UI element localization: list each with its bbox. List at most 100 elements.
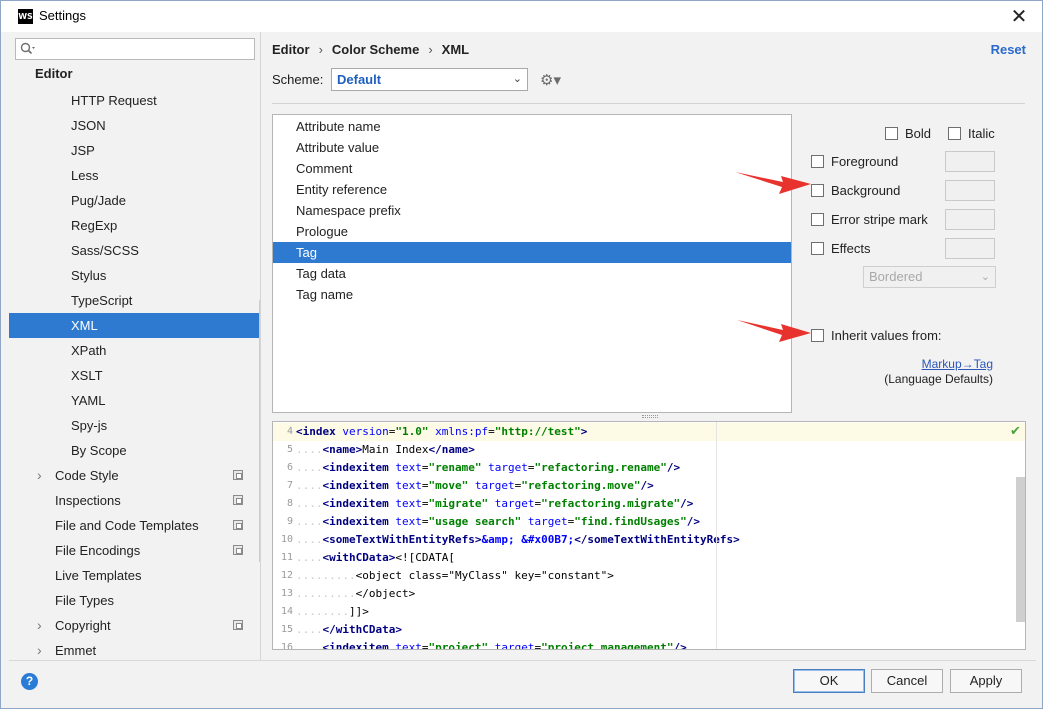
nav-item[interactable]: Pug/Jade [9,188,260,213]
nav-item[interactable]: Spy-js [9,413,260,438]
code-token: ........ [296,605,349,618]
copy-icon [233,545,243,555]
nav-item[interactable]: Stylus [9,263,260,288]
help-icon[interactable]: ? [21,673,38,690]
line-number: 6 [286,462,293,473]
chevron-right-icon[interactable]: › [37,463,42,488]
nav-item[interactable]: Sass/SCSS [9,238,260,263]
foreground-color-swatch[interactable] [945,151,995,172]
color-element-item[interactable]: Attribute name [273,116,791,137]
code-text: <index version="1.0" xmlns:pf="http://te… [296,423,587,441]
nav-item[interactable]: Editor [9,61,260,86]
code-token: <someTextWithEntityRefs> [322,533,482,546]
code-token: <name [322,443,356,456]
code-line: 11 ....<withCData><![CDATA[ [273,549,1025,567]
foreground-checkbox[interactable] [811,155,824,168]
nav-item[interactable]: Live Templates [9,563,260,588]
color-element-item[interactable]: Entity reference [273,179,791,200]
effects-color-swatch[interactable] [945,238,995,259]
background-color-swatch[interactable] [945,180,995,201]
color-element-item[interactable]: Tag data [273,263,791,284]
code-text: ....<someTextWithEntityRefs>&amp; &#x00B… [296,531,740,549]
color-element-item[interactable]: Tag [273,242,791,263]
code-text: ....<indexitem text="move" target="refac… [296,477,654,495]
nav-item-label: File Encodings [55,543,141,558]
close-icon[interactable]: ✕ [1006,3,1032,29]
chevron-right-icon[interactable]: › [37,638,42,660]
gear-icon[interactable]: ⚙▾ [540,71,562,89]
nav-item[interactable]: TypeScript [9,288,260,313]
cancel-button[interactable]: Cancel [871,669,943,693]
breadcrumb-separator: › [428,42,433,57]
code-line: 13 .........</object> [273,585,1025,603]
nav-item[interactable]: › Copyright [9,613,260,638]
code-line: 4 <index version="1.0" xmlns:pf="http://t… [273,423,1025,441]
code-token: .... [296,623,323,636]
nav-item[interactable]: JSON [9,113,260,138]
copy-icon [233,520,243,530]
bold-checkbox[interactable] [885,127,898,140]
nav-item[interactable]: By Scope [9,438,260,463]
settings-search-input[interactable] [15,38,255,60]
effects-type-select[interactable]: Bordered ⌄ [863,266,996,288]
nav-item-label: XPath [71,343,107,358]
inherit-checkbox[interactable] [811,329,824,342]
nav-item[interactable]: File and Code Templates [9,513,260,538]
background-checkbox[interactable] [811,184,824,197]
color-element-item[interactable]: Namespace prefix [273,200,791,221]
breadcrumb-separator: › [318,42,323,57]
breadcrumb-color-scheme: Color Scheme [331,42,420,57]
splitter-handle[interactable] [642,415,658,418]
inherit-label: Inherit values from: [831,328,942,343]
preview-scrollbar[interactable] [1016,477,1025,622]
nav-item[interactable]: › Code Style [9,463,260,488]
nav-item[interactable]: File Encodings [9,538,260,563]
inherit-source-link[interactable]: Markup→Tag [922,357,993,371]
annotation-arrow-inherit [737,320,811,342]
ok-button[interactable]: OK [793,669,865,693]
nav-item[interactable]: HTTP Request [9,88,260,113]
nav-item-label: Inspections [55,493,121,508]
nav-item[interactable]: XPath [9,338,260,363]
code-token: </name> [428,443,475,456]
code-token: <indexitem [322,479,396,492]
nav-item[interactable]: Inspections [9,488,260,513]
effects-checkbox[interactable] [811,242,824,255]
chevron-right-icon[interactable]: › [37,613,42,638]
apply-button[interactable]: Apply [950,669,1022,693]
nav-item[interactable]: › Emmet [9,638,260,660]
nav-item[interactable]: XSLT [9,363,260,388]
error-stripe-checkbox[interactable] [811,213,824,226]
nav-scrollbar[interactable] [259,300,260,562]
nav-item[interactable]: Less [9,163,260,188]
nav-item[interactable]: YAML [9,388,260,413]
code-token: .... [296,443,323,456]
color-element-item[interactable]: Comment [273,158,791,179]
code-token: "usage search" [428,515,522,528]
color-element-item[interactable]: Prologue [273,221,791,242]
right-margin-guide [716,422,717,649]
color-element-item[interactable]: Attribute value [273,137,791,158]
annotation-arrow-background [735,172,811,194]
code-line: 7 ....<indexitem text="move" target="refa… [273,477,1025,495]
nav-item[interactable]: File Types [9,588,260,613]
color-element-label: Attribute value [296,140,380,155]
italic-checkbox[interactable] [948,127,961,140]
nav-item-label: By Scope [71,443,127,458]
code-token: "project" [428,641,489,650]
nav-item-label: Sass/SCSS [71,243,139,258]
scheme-select[interactable]: Default ⌄ [331,68,528,91]
code-token: </someTextWithEntityRefs> [574,533,740,546]
nav-item[interactable]: JSP [9,138,260,163]
code-preview[interactable]: 4 <index version="1.0" xmlns:pf="http://t… [272,421,1026,650]
code-token: ......... [296,587,356,600]
nav-item[interactable]: XML [9,313,260,338]
nav-item[interactable]: RegExp [9,213,260,238]
reset-link[interactable]: Reset [991,42,1026,57]
code-token: "refactoring.rename" [534,461,667,474]
error-stripe-color-swatch[interactable] [945,209,995,230]
code-text: .........</object> [296,585,415,603]
color-element-item[interactable]: Tag name [273,284,791,305]
